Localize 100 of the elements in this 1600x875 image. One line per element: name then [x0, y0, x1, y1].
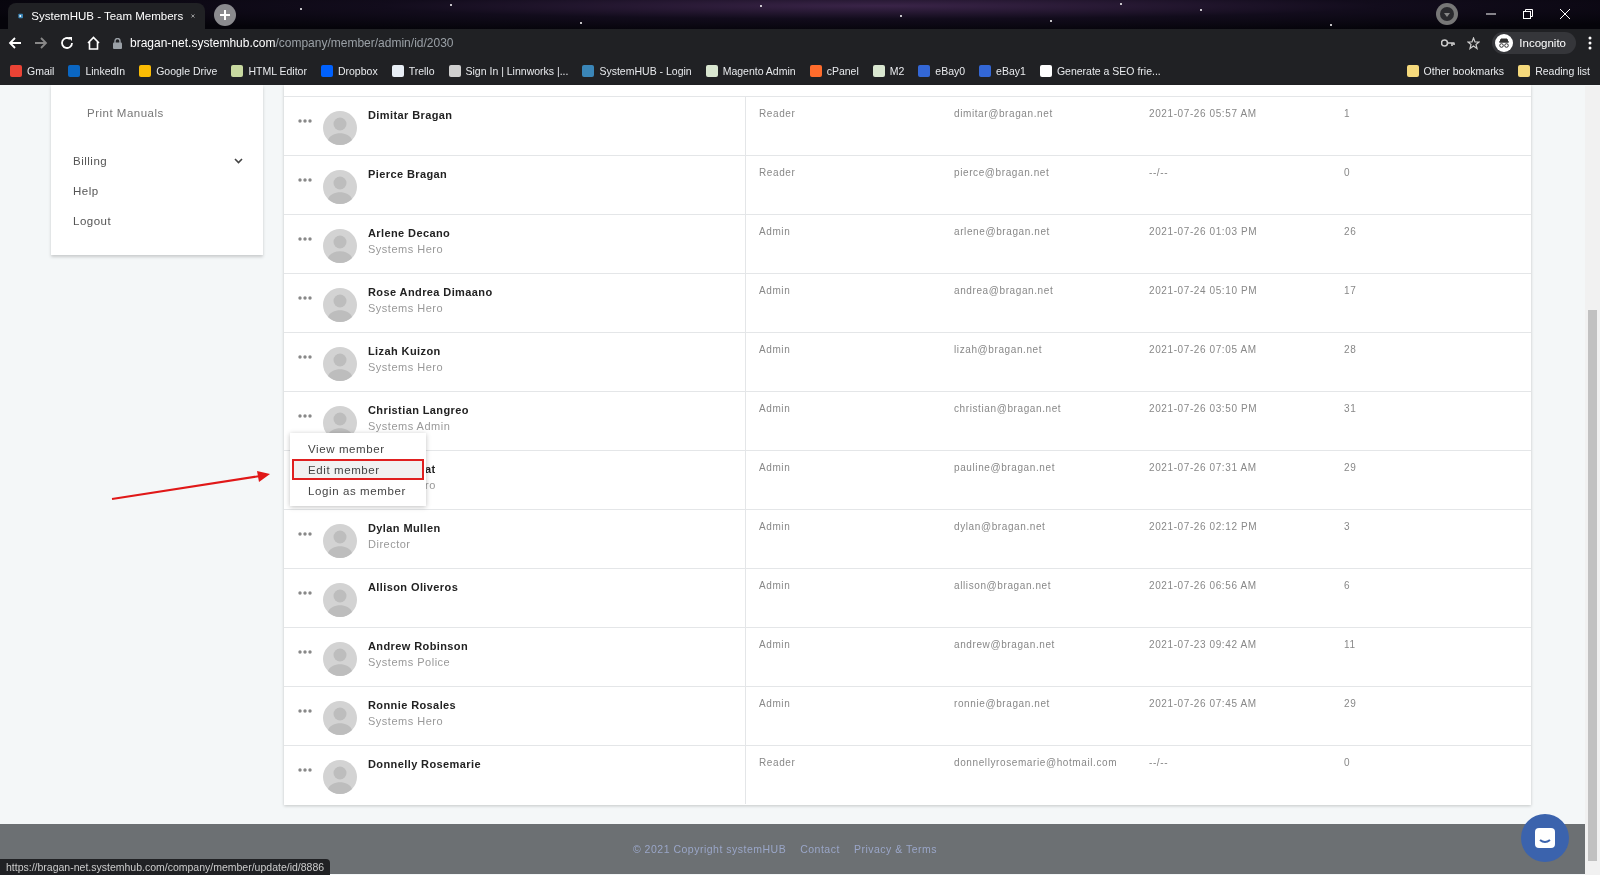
- menu-icon[interactable]: [1588, 36, 1592, 50]
- member-title: Systems Hero: [368, 302, 445, 314]
- member-name[interactable]: Dylan Mullen: [368, 522, 441, 534]
- scrollbar[interactable]: [1585, 86, 1600, 875]
- member-name[interactable]: Arlene Decano: [368, 227, 451, 239]
- member-name[interactable]: Ronnie Rosales: [368, 699, 457, 711]
- last-login-cell-text: 2021-07-26 07:31 AM: [1148, 461, 1258, 475]
- more-options-icon[interactable]: [298, 709, 312, 713]
- count-cell-text: 1: [1343, 107, 1352, 121]
- member-name[interactable]: Lizah Kuizon: [368, 345, 444, 357]
- count-cell-text: 0: [1343, 166, 1352, 180]
- back-icon[interactable]: [8, 36, 22, 50]
- member-name[interactable]: Allison Oliveros: [368, 581, 459, 593]
- count-cell-text: 0: [1343, 756, 1352, 770]
- bookmark[interactable]: Other bookmarks: [1406, 65, 1505, 77]
- chat-button[interactable]: [1521, 814, 1569, 862]
- star-icon[interactable]: [1467, 36, 1481, 50]
- last-login-cell-text: 2021-07-26 07:05 AM: [1148, 343, 1258, 357]
- role-cell-text: Reader: [758, 107, 797, 121]
- last-login-cell-text: 2021-07-26 02:12 PM: [1148, 520, 1259, 534]
- new-tab-button[interactable]: [214, 4, 236, 26]
- role-cell-text: Admin: [758, 225, 792, 239]
- more-options-icon[interactable]: [298, 119, 312, 123]
- folder-icon: [1518, 65, 1531, 77]
- sidebar-item[interactable]: Help: [51, 176, 263, 206]
- more-options-icon[interactable]: [298, 591, 312, 595]
- bookmark[interactable]: SystemHUB - Login: [582, 65, 692, 77]
- email-cell-text: ronnie@bragan.net: [953, 697, 1051, 711]
- sidebar-item[interactable]: Billing: [51, 146, 263, 176]
- avatar-icon: [323, 170, 357, 204]
- avatar-icon: [323, 229, 357, 263]
- reload-icon[interactable]: [60, 36, 74, 50]
- avatar-icon: [323, 760, 357, 794]
- avatar-icon: [323, 111, 357, 145]
- avatar-icon: [323, 701, 357, 735]
- member-name[interactable]: Donnelly Rosemarie: [368, 758, 481, 770]
- role-cell-text: Admin: [758, 343, 792, 357]
- forward-icon[interactable]: [34, 36, 48, 50]
- restore-icon[interactable]: [1523, 9, 1533, 19]
- count-cell-text: 3: [1343, 520, 1352, 534]
- chevron-down-icon: [234, 158, 243, 164]
- more-options-icon[interactable]: [298, 296, 312, 300]
- bookmark[interactable]: cPanel: [809, 65, 859, 77]
- count-cell-text: 28: [1343, 343, 1358, 357]
- member-name[interactable]: Pierce Bragan: [368, 168, 448, 180]
- browser-tab[interactable]: SystemHUB - Team Members: [8, 3, 205, 29]
- bookmark[interactable]: Trello: [391, 65, 435, 77]
- profile-dropdown-icon[interactable]: [1436, 3, 1458, 25]
- bookmark[interactable]: LinkedIn: [68, 65, 126, 77]
- member-name[interactable]: Rose Andrea Dimaano: [368, 286, 493, 298]
- avatar-icon: [323, 642, 357, 676]
- folder-icon: [1406, 65, 1419, 77]
- more-options-icon[interactable]: [298, 650, 312, 654]
- chat-icon: [1533, 826, 1557, 850]
- count-cell-text: 11: [1343, 638, 1357, 652]
- more-options-icon[interactable]: [298, 414, 312, 418]
- bookmark[interactable]: Magento Admin: [705, 65, 796, 77]
- member-name[interactable]: Christian Langreo: [368, 404, 469, 416]
- menu-item[interactable]: Edit member: [292, 459, 424, 480]
- more-options-icon[interactable]: [298, 768, 312, 772]
- bookmark[interactable]: Generate a SEO frie...: [1039, 65, 1161, 77]
- bookmark[interactable]: Reading list: [1518, 65, 1590, 77]
- count-cell-text: 17: [1343, 284, 1358, 298]
- member-title: ro: [425, 479, 436, 491]
- close-icon[interactable]: [1560, 9, 1570, 19]
- bookmark[interactable]: Gmail: [10, 65, 55, 77]
- more-options-icon[interactable]: [298, 178, 312, 182]
- role-cell-text: Admin: [758, 520, 792, 534]
- member-name[interactable]: Dimitar Bragan: [368, 109, 453, 121]
- email-cell-text: arlene@bragan.net: [953, 225, 1051, 239]
- more-options-icon[interactable]: [298, 532, 312, 536]
- email-cell-text: pierce@bragan.net: [953, 166, 1051, 180]
- bookmark[interactable]: eBay1: [979, 65, 1026, 77]
- last-login-cell-text: --/--: [1148, 756, 1170, 770]
- bookmark[interactable]: Sign In | Linnworks |...: [448, 65, 569, 77]
- count-cell-text: 26: [1343, 225, 1358, 239]
- email-cell-text: lizah@bragan.net: [953, 343, 1044, 357]
- bookmark[interactable]: Google Drive: [139, 65, 218, 77]
- menu-item[interactable]: View member: [292, 438, 424, 459]
- last-login-cell-text: 2021-07-26 06:56 AM: [1148, 579, 1258, 593]
- bookmark[interactable]: eBay0: [918, 65, 966, 77]
- email-cell-text: dimitar@bragan.net: [953, 107, 1054, 121]
- sidebar-item[interactable]: Print Manuals: [51, 102, 263, 124]
- more-options-icon[interactable]: [298, 355, 312, 359]
- bookmark[interactable]: HTML Editor: [231, 65, 307, 77]
- member-name[interactable]: Andrew Robinson: [368, 640, 469, 652]
- last-login-cell-text: 2021-07-24 05:10 PM: [1148, 284, 1259, 298]
- bookmark[interactable]: M2: [872, 65, 905, 77]
- sidebar-item[interactable]: Logout: [51, 206, 263, 236]
- count-cell-text: 29: [1343, 697, 1358, 711]
- key-icon[interactable]: [1441, 39, 1456, 47]
- menu-item[interactable]: Login as member: [292, 480, 424, 501]
- email-cell-text: allison@bragan.net: [953, 579, 1053, 593]
- lock-icon: [113, 37, 122, 49]
- home-icon[interactable]: [86, 36, 101, 50]
- role-cell-text: Admin: [758, 579, 792, 593]
- more-options-icon[interactable]: [298, 237, 312, 241]
- bookmark[interactable]: Dropbox: [320, 65, 378, 77]
- profile-button[interactable]: Incognito: [1492, 32, 1576, 54]
- status-url: https://bragan-net.systemhub.com/company/member/update/id/8886: [0, 859, 331, 875]
